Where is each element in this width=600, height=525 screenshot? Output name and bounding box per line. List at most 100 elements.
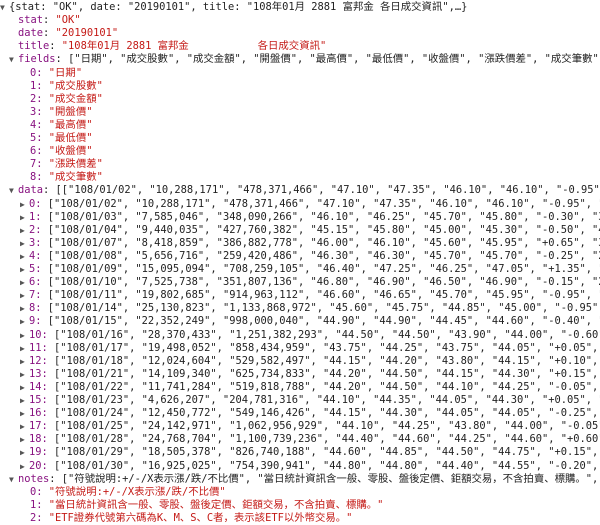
- field-item: 7: "漲跌價差": [0, 158, 600, 171]
- data-row[interactable]: ▶ 3: ["108/01/07", "8,418,859", "386,882,…: [0, 237, 600, 250]
- data-row[interactable]: ▶ 20: ["108/01/30", "16,925,025", "754,39…: [0, 460, 600, 473]
- collapse-arrow-icon[interactable]: ▼: [9, 53, 18, 66]
- expand-arrow-icon[interactable]: ▶: [20, 355, 29, 368]
- value-text: "漲跌價差": [48, 158, 103, 171]
- data-row[interactable]: ▶ 13: ["108/01/21", "14,109,340", "625,73…: [0, 368, 600, 381]
- data-row[interactable]: ▶ 19: ["108/01/29", "18,505,378", "826,74…: [0, 446, 600, 459]
- index-label: 6:: [30, 145, 49, 158]
- field-item: 1: "成交股數": [0, 80, 600, 93]
- data-row[interactable]: ▶ 5: ["108/01/09", "15,095,094", "708,259…: [0, 263, 600, 276]
- expand-arrow-icon[interactable]: ▶: [20, 250, 29, 263]
- value-text: "最低價": [48, 132, 93, 144]
- value-text: "成交股數": [48, 79, 103, 92]
- prop-stat: stat: "OK": [18, 14, 81, 27]
- data-row[interactable]: ▶ 15: ["108/01/23", "4,626,207", "204,781…: [0, 394, 600, 407]
- data-row[interactable]: ▶ 16: ["108/01/24", "12,450,772", "549,14…: [0, 407, 600, 420]
- data-row[interactable]: ▶ 7: ["108/01/11", "19,802,685", "914,963…: [0, 289, 600, 302]
- index-label: 7:: [29, 289, 48, 302]
- expand-arrow-icon[interactable]: ▶: [20, 394, 29, 407]
- index-label: 1:: [30, 79, 49, 92]
- expand-arrow-icon[interactable]: ▶: [20, 329, 29, 342]
- row-text: ["108/01/11", "19,802,685", "914,963,112…: [47, 289, 600, 302]
- expand-arrow-icon[interactable]: ▶: [20, 446, 29, 459]
- value-text: "最高價": [48, 118, 93, 131]
- array-summary: [["108/01/02", "10,288,171", "478,371,46…: [55, 184, 600, 197]
- array-summary: ["符號說明:+/-/X表示漲/跌/不比價", "當日統計資訊含一般、零股、盤後…: [61, 472, 599, 485]
- expand-arrow-icon[interactable]: ▶: [20, 289, 29, 302]
- prop-fields[interactable]: ▼ fields: ["日期", "成交股數", "成交金額", "開盤價", "…: [0, 53, 600, 66]
- index-label: 1:: [29, 210, 48, 223]
- row-text: ["108/01/22", "11,741,284", "519,818,788…: [54, 380, 600, 393]
- index-label: 2:: [29, 223, 48, 236]
- value-text: "成交金額": [48, 92, 103, 105]
- expand-arrow-icon[interactable]: ▶: [20, 368, 29, 381]
- field-item: 6: "收盤價": [0, 145, 600, 158]
- prop-data[interactable]: ▼ data: [["108/01/02", "10,288,171", "478…: [0, 184, 600, 197]
- index-label: 3:: [29, 236, 48, 249]
- data-row[interactable]: ▶ 0: ["108/01/02", "10,288,171", "478,371…: [0, 198, 600, 211]
- data-row[interactable]: ▶ 1: ["108/01/03", "7,585,046", "348,090,…: [0, 211, 600, 224]
- key-label: date: [18, 27, 44, 40]
- collapse-arrow-icon[interactable]: ▼: [9, 473, 18, 486]
- expand-arrow-icon[interactable]: ▶: [20, 276, 29, 289]
- index-label: 6:: [29, 276, 48, 289]
- index-label: 5:: [30, 132, 49, 144]
- array-summary: ["日期", "成交股數", "成交金額", "開盤價", "最高價", "最低…: [68, 53, 600, 66]
- expand-arrow-icon[interactable]: ▶: [20, 433, 29, 446]
- field-item: 2: "成交金額": [0, 93, 600, 106]
- expand-arrow-icon[interactable]: ▶: [20, 198, 29, 211]
- note-item: 2: "ETF證券代號第六碼為K、M、S、C者，表示該ETF以外幣交易。": [0, 512, 600, 525]
- index-label: 3:: [30, 105, 49, 118]
- expand-arrow-icon[interactable]: ▶: [20, 342, 29, 355]
- row-text: ["108/01/21", "14,109,340", "625,734,833…: [54, 367, 600, 380]
- row-text: ["108/01/17", "19,498,052", "858,434,959…: [54, 341, 600, 354]
- row-text: ["108/01/09", "15,095,094", "708,259,105…: [47, 263, 600, 275]
- row-text: ["108/01/24", "12,450,772", "549,146,426…: [54, 407, 600, 420]
- expand-arrow-icon[interactable]: ▶: [20, 460, 29, 473]
- row-text: ["108/01/04", "9,440,035", "427,760,382"…: [47, 223, 600, 236]
- data-row[interactable]: ▶ 8: ["108/01/14", "25,130,823", "1,133,8…: [0, 302, 600, 315]
- index-label: 4:: [30, 118, 49, 131]
- data-row[interactable]: ▶ 11: ["108/01/17", "19,498,052", "858,43…: [0, 342, 600, 355]
- prop-notes[interactable]: ▼ notes: ["符號說明:+/-/X表示漲/跌/不比價", "當日統計資訊含…: [0, 473, 600, 486]
- data-row[interactable]: ▶ 10: ["108/01/16", "28,370,433", "1,251,…: [0, 329, 600, 342]
- expand-arrow-icon[interactable]: ▶: [20, 211, 29, 224]
- expand-arrow-icon[interactable]: ▶: [20, 381, 29, 394]
- data-row[interactable]: ▶ 12: ["108/01/18", "12,024,604", "529,58…: [0, 355, 600, 368]
- row-text: ["108/01/15", "22,352,249", "998,000,040…: [47, 315, 600, 328]
- row-text: ["108/01/30", "16,925,025", "754,390,941…: [54, 459, 600, 472]
- index-label: 13:: [29, 367, 55, 380]
- prop-title: title: "108年01月 2881 富邦金 各日成交資訊": [18, 40, 327, 53]
- data-row[interactable]: ▶ 17: ["108/01/25", "24,142,971", "1,062,…: [0, 420, 600, 433]
- index-label: 16:: [29, 407, 55, 420]
- value-text: "108年01月 2881 富邦金 各日成交資訊": [61, 40, 327, 53]
- value-text: "ETF證券代號第六碼為K、M、S、C者，表示該ETF以外幣交易。": [48, 511, 353, 524]
- index-label: 9:: [29, 315, 48, 328]
- expand-arrow-icon[interactable]: ▶: [20, 263, 29, 276]
- index-label: 20:: [29, 459, 55, 472]
- expand-arrow-icon[interactable]: ▶: [20, 315, 29, 328]
- note-item: 0: "符號說明:+/-/X表示漲/跌/不比價": [0, 486, 600, 499]
- data-row[interactable]: ▶ 9: ["108/01/15", "22,352,249", "998,000…: [0, 315, 600, 328]
- data-row[interactable]: ▶ 6: ["108/01/10", "7,525,738", "351,807,…: [0, 276, 600, 289]
- data-row[interactable]: ▶ 14: ["108/01/22", "11,741,284", "519,81…: [0, 381, 600, 394]
- row-text: ["108/01/29", "18,505,378", "826,740,188…: [54, 446, 600, 459]
- row-text: ["108/01/23", "4,626,207", "204,781,316"…: [54, 394, 600, 406]
- key-label: fields: [18, 53, 56, 66]
- prop-date: date: "20190101": [18, 27, 119, 40]
- index-label: 10:: [29, 328, 55, 341]
- collapse-arrow-icon[interactable]: ▼: [0, 1, 9, 14]
- root-object-summary[interactable]: ▼ {stat: "OK", date: "20190101", title: "…: [0, 1, 600, 14]
- expand-arrow-icon[interactable]: ▶: [20, 420, 29, 433]
- data-row[interactable]: ▶ 18: ["108/01/28", "24,768,704", "1,100,…: [0, 433, 600, 446]
- row-text: ["108/01/02", "10,288,171", "478,371,466…: [47, 197, 600, 210]
- expand-arrow-icon[interactable]: ▶: [20, 237, 29, 250]
- data-row[interactable]: ▶ 4: ["108/01/08", "5,656,716", "259,420,…: [0, 250, 600, 263]
- collapse-arrow-icon[interactable]: ▼: [9, 184, 18, 197]
- data-row[interactable]: ▶ 2: ["108/01/04", "9,440,035", "427,760,…: [0, 224, 600, 237]
- key-label: notes: [18, 472, 50, 485]
- expand-arrow-icon[interactable]: ▶: [20, 407, 29, 420]
- expand-arrow-icon[interactable]: ▶: [20, 224, 29, 237]
- expand-arrow-icon[interactable]: ▶: [20, 302, 29, 315]
- value-text: "成交筆數": [48, 171, 103, 184]
